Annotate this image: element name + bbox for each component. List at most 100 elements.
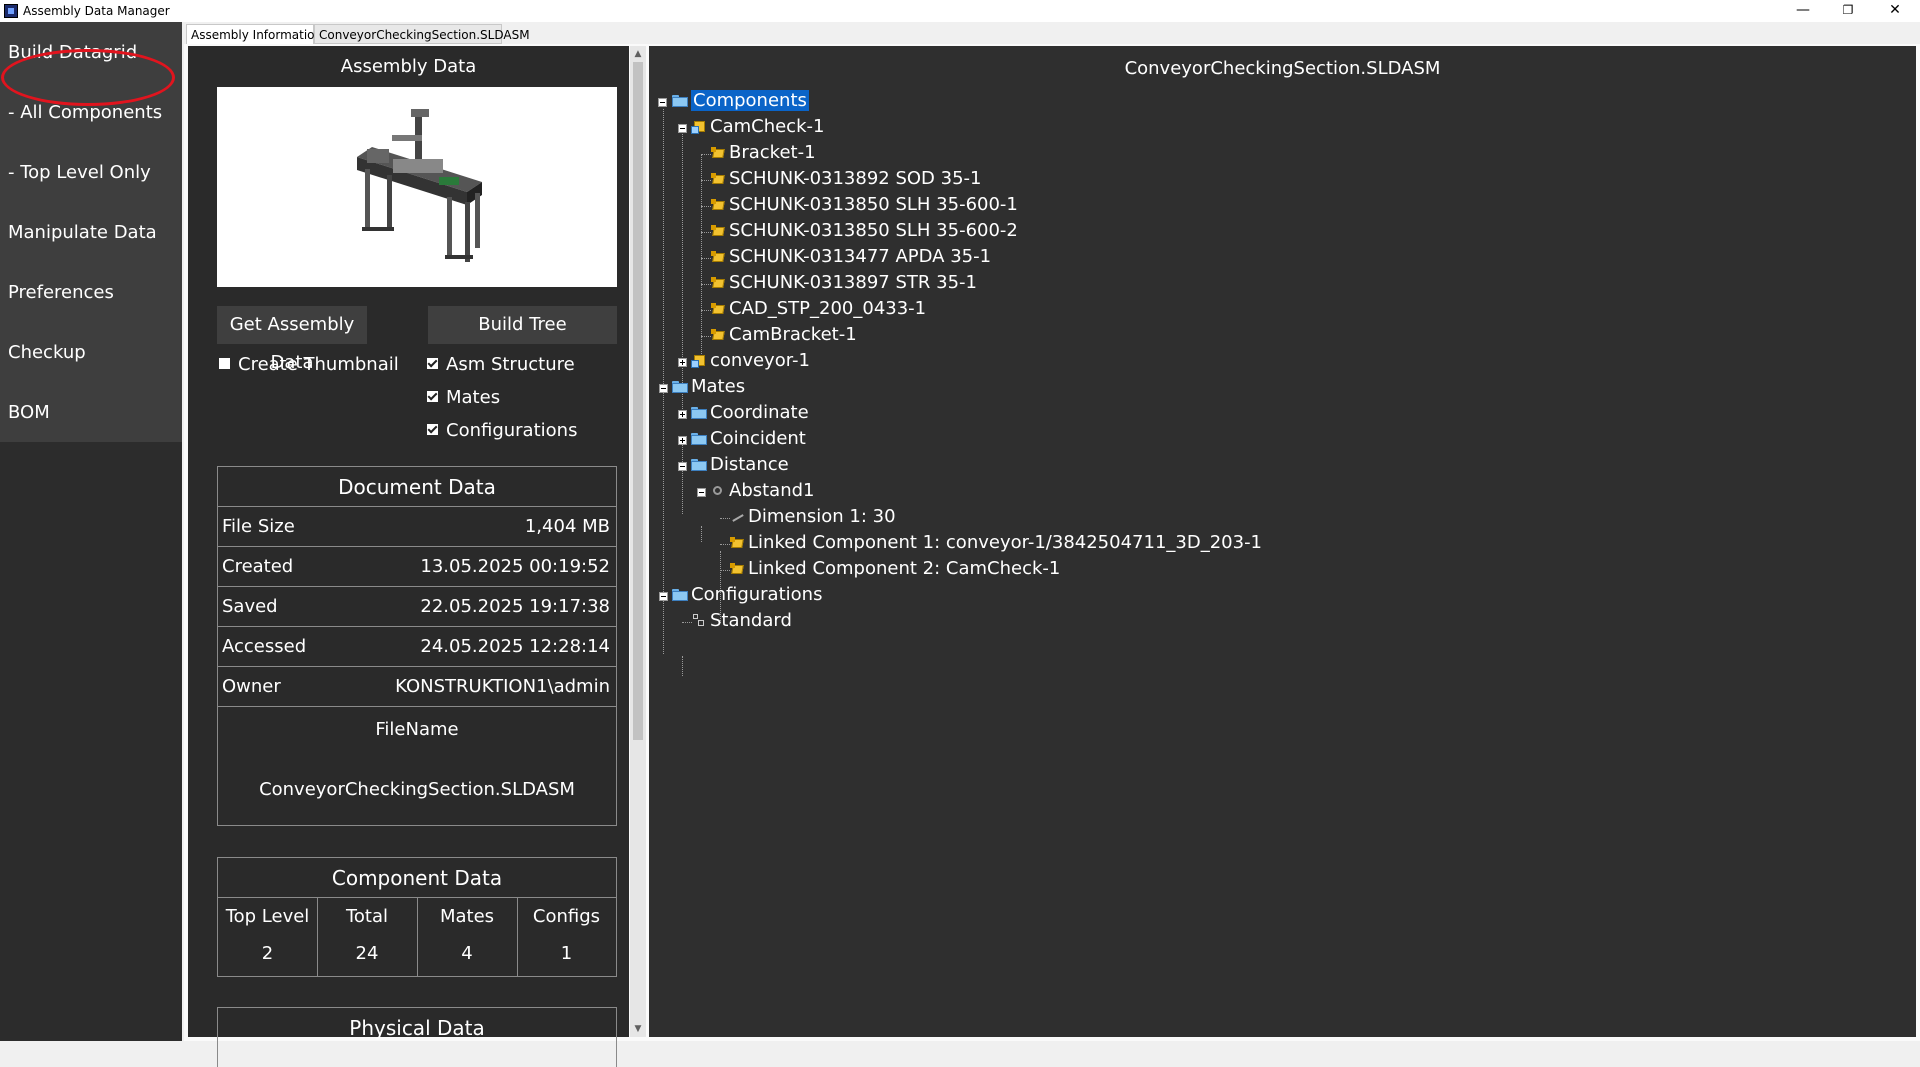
left-panel-scrollbar[interactable]: ▲ ▼ xyxy=(630,46,646,1037)
tree-line xyxy=(663,109,664,654)
configurations-label: Configurations xyxy=(446,420,578,441)
created-value: 13.05.2025 00:19:52 xyxy=(420,556,610,577)
part-icon xyxy=(711,328,725,342)
table-row: Owner KONSTRUKTION1\admin xyxy=(218,667,616,707)
scroll-up-icon[interactable]: ▲ xyxy=(630,47,646,61)
folder-icon xyxy=(691,407,707,419)
tree-title: ConveyorCheckingSection.SLDASM xyxy=(1124,58,1441,79)
conveyor-model-image xyxy=(357,109,482,262)
collapse-icon[interactable] xyxy=(658,98,667,107)
filename-label: FileName xyxy=(375,719,459,740)
tab-assembly-information[interactable]: Assembly Information xyxy=(186,24,322,44)
top-level-label: Top Level xyxy=(225,906,310,927)
total-column: Total 24 xyxy=(317,898,418,976)
collapse-icon[interactable] xyxy=(697,488,706,497)
document-data-table: Document Data File Size 1,404 MB Created… xyxy=(217,466,617,826)
collapse-icon[interactable] xyxy=(659,592,668,601)
annotation-circle xyxy=(1,49,175,106)
accessed-value: 24.05.2025 12:28:14 xyxy=(420,636,610,657)
document-data-heading: Document Data xyxy=(218,467,616,507)
checkbox-checked-icon xyxy=(427,391,438,402)
table-row: Accessed 24.05.2025 12:28:14 xyxy=(218,627,616,667)
build-tree-button[interactable]: Build Tree xyxy=(428,306,617,344)
dimension-icon xyxy=(730,511,744,523)
collapse-icon[interactable] xyxy=(678,462,687,471)
checkbox-checked-icon xyxy=(427,358,438,369)
folder-icon xyxy=(672,381,688,393)
mates-count-label: Mates xyxy=(439,906,495,927)
part-icon xyxy=(711,224,725,238)
window-title: Assembly Data Manager xyxy=(23,4,170,18)
part-icon xyxy=(711,250,725,264)
configs-column: Configs 1 xyxy=(517,898,616,976)
part-icon xyxy=(711,198,725,212)
created-label: Created xyxy=(222,556,294,577)
nav-bom[interactable]: BOM xyxy=(8,402,50,423)
tree-line xyxy=(682,129,683,411)
create-thumbnail-label: Create Thumbnail xyxy=(238,354,399,375)
owner-value: KONSTRUKTION1\admin xyxy=(395,676,610,697)
table-row: Created 13.05.2025 00:19:52 xyxy=(218,547,616,587)
table-row: File Size 1,404 MB xyxy=(218,507,616,547)
tree-line xyxy=(682,656,683,676)
title-bar: Assembly Data Manager — ❐ ✕ xyxy=(0,0,1920,22)
nav-top-level-only[interactable]: - Top Level Only xyxy=(8,162,151,183)
get-assembly-data-button[interactable]: Get Assembly Data xyxy=(217,306,367,373)
app-icon xyxy=(4,4,18,18)
collapse-icon[interactable] xyxy=(659,384,668,393)
part-icon xyxy=(711,172,725,186)
expand-icon[interactable] xyxy=(678,358,687,367)
assembly-data-heading: Assembly Data xyxy=(340,56,477,77)
folder-icon xyxy=(691,433,707,445)
assembly-thumbnail xyxy=(217,87,617,287)
checkbox-unchecked-icon xyxy=(219,358,230,369)
configs-value: 1 xyxy=(560,943,573,964)
collapse-icon[interactable] xyxy=(678,124,687,133)
asm-structure-label: Asm Structure xyxy=(446,354,575,375)
nav-preferences[interactable]: Preferences xyxy=(8,282,114,303)
nav-checkup[interactable]: Checkup xyxy=(8,342,86,363)
scrollbar-thumb[interactable] xyxy=(633,62,643,740)
scroll-down-icon[interactable]: ▼ xyxy=(630,1022,646,1036)
part-icon xyxy=(730,562,744,576)
tree-panel: ConveyorCheckingSection.SLDASM Component… xyxy=(649,46,1916,1037)
configs-label: Configs xyxy=(532,906,601,927)
filename-value: ConveyorCheckingSection.SLDASM xyxy=(259,779,575,800)
file-size-label: File Size xyxy=(222,516,295,537)
part-icon xyxy=(711,146,725,160)
top-level-column: Top Level 2 xyxy=(218,898,318,976)
part-icon xyxy=(711,276,725,290)
part-icon xyxy=(730,536,744,550)
sidebar-empty-area xyxy=(0,442,182,1041)
mate-icon xyxy=(710,484,724,498)
file-size-value: 1,404 MB xyxy=(524,516,610,537)
physical-data-table: Physical Data xyxy=(217,1007,617,1067)
expand-icon[interactable] xyxy=(678,436,687,445)
table-row: Saved 22.05.2025 19:17:38 xyxy=(218,587,616,627)
total-label: Total xyxy=(345,906,389,927)
accessed-label: Accessed xyxy=(222,636,307,657)
checkbox-checked-icon xyxy=(427,424,438,435)
minimize-button[interactable]: — xyxy=(1780,0,1826,22)
close-button[interactable]: ✕ xyxy=(1872,0,1918,22)
mates-column: Mates 4 xyxy=(417,898,518,976)
tab-conveyor-document[interactable]: ConveyorCheckingSection.SLDASM xyxy=(314,24,530,44)
saved-label: Saved xyxy=(222,596,278,617)
mates-count-value: 4 xyxy=(461,943,473,964)
nav-manipulate-data[interactable]: Manipulate Data xyxy=(8,222,157,243)
tree-line xyxy=(701,526,702,542)
configuration-icon xyxy=(693,614,705,628)
folder-icon xyxy=(672,589,688,601)
assembly-icon xyxy=(691,354,705,368)
total-value: 24 xyxy=(355,943,379,964)
component-data-heading: Component Data xyxy=(218,858,616,898)
folder-icon xyxy=(672,95,688,107)
assembly-info-panel: Assembly Data Get Assembly Data Build Tr… xyxy=(188,46,629,1067)
restore-button[interactable]: ❐ xyxy=(1825,0,1871,22)
expand-icon[interactable] xyxy=(678,410,687,419)
assembly-icon xyxy=(691,120,705,134)
tree-line xyxy=(701,154,702,360)
owner-label: Owner xyxy=(222,676,281,697)
tree-line xyxy=(682,444,683,514)
part-icon xyxy=(711,302,725,316)
